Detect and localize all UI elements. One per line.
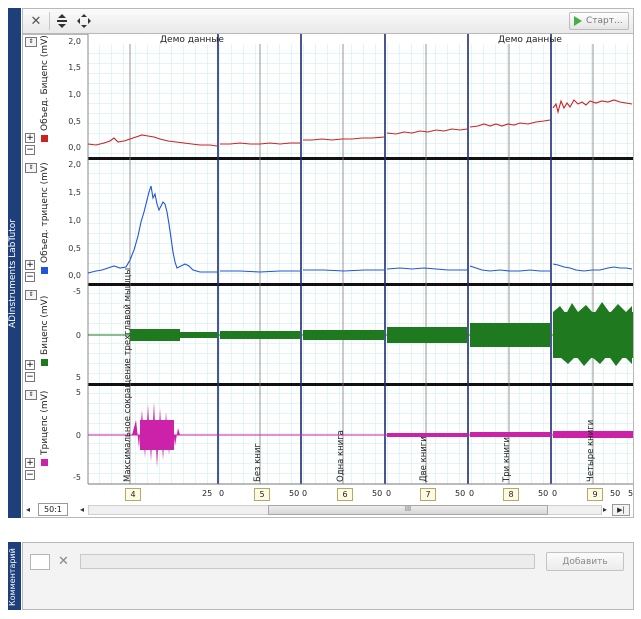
zoom-box[interactable]: 50:1 xyxy=(38,503,68,516)
comment-side-label: Комментарий xyxy=(8,548,17,606)
time-tick: 50 xyxy=(289,489,300,498)
comment-label[interactable]: Максимальное сокращение трехглавой мышцы xyxy=(123,268,133,482)
scroll-left-icon[interactable]: ◂ xyxy=(80,505,84,514)
block-number[interactable]: 9 xyxy=(587,488,603,501)
time-tick: 50 xyxy=(610,489,621,498)
time-tick: 50 xyxy=(538,489,549,498)
plot-svg xyxy=(87,34,633,501)
block-number[interactable]: 5 xyxy=(254,488,270,501)
time-tick: 0 xyxy=(469,489,475,498)
time-tick: 50 xyxy=(372,489,383,498)
comment-label[interactable]: Одна книга xyxy=(336,430,346,482)
section-label: Демо данные xyxy=(160,35,224,45)
time-tick: 0 xyxy=(302,489,308,498)
comment-panel xyxy=(22,542,634,610)
block-number[interactable]: 4 xyxy=(125,488,141,501)
scroll-right-icon[interactable]: ▸ xyxy=(603,505,607,514)
comment-strip: Комментарий xyxy=(8,542,21,610)
comment-checkbox[interactable] xyxy=(30,554,50,570)
time-tick: 0 xyxy=(219,489,225,498)
section-label: Демо данные xyxy=(498,35,562,45)
time-tick: 0 xyxy=(386,489,392,498)
scroll-left-arrow[interactable]: ◂ xyxy=(26,505,30,514)
time-tick: 0 xyxy=(552,489,558,498)
scroll-end-button[interactable]: ▶| xyxy=(612,504,630,516)
block-number[interactable]: 7 xyxy=(420,488,436,501)
comment-input[interactable] xyxy=(80,554,535,569)
add-comment-button[interactable]: Добавить xyxy=(546,552,624,571)
time-tick: 50 xyxy=(455,489,466,498)
block-number[interactable]: 8 xyxy=(503,488,519,501)
time-tick: 25 xyxy=(202,489,213,498)
comment-label[interactable]: Четыре книги xyxy=(586,420,596,482)
comment-label[interactable]: Две книги xyxy=(419,436,429,482)
time-tick: 5 xyxy=(628,489,634,498)
clear-comment-icon[interactable]: ✕ xyxy=(58,554,69,569)
block-number[interactable]: 6 xyxy=(337,488,353,501)
comment-label[interactable]: Три книги xyxy=(502,437,512,482)
scroll-thumb[interactable]: III xyxy=(268,505,548,515)
comment-label[interactable]: Без книг xyxy=(253,443,263,482)
